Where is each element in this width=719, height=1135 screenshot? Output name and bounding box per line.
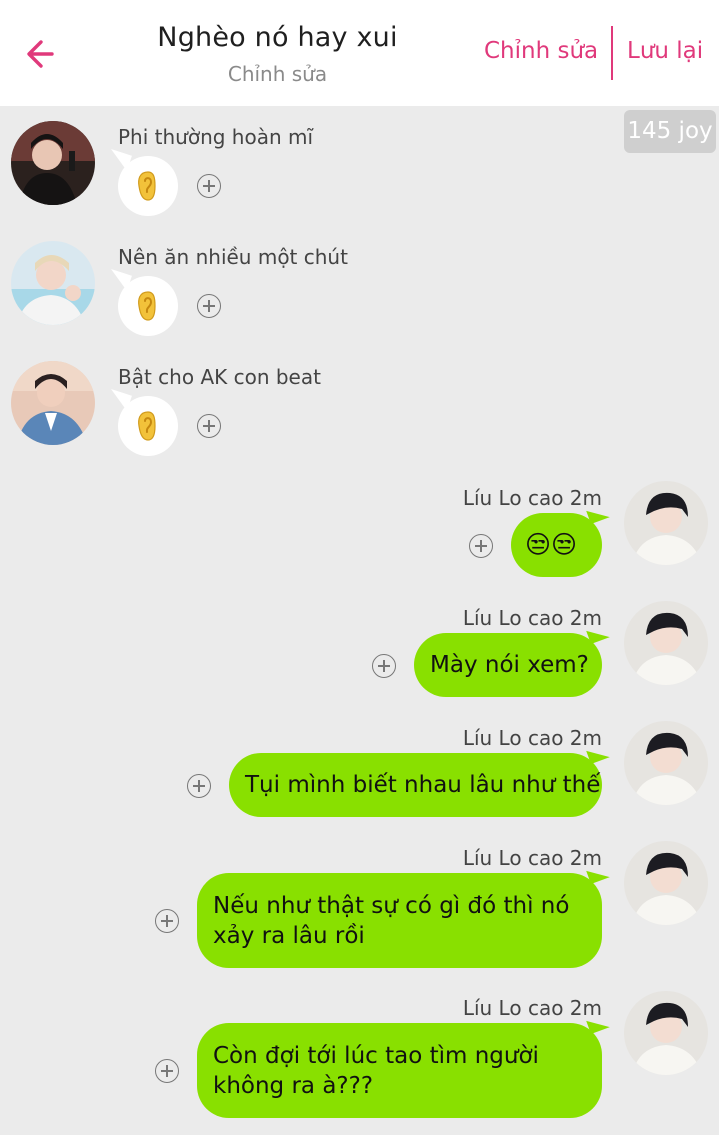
sender-name: Nên ăn nhiều một chút bbox=[118, 245, 348, 269]
avatar[interactable] bbox=[624, 601, 708, 685]
message-bubble[interactable]: Nếu như thật sự có gì đó thì nó xảy ra l… bbox=[197, 873, 602, 968]
chat-subtitle: Chỉnh sửa bbox=[227, 62, 328, 86]
message-text-line: không ra à??? bbox=[213, 1073, 374, 1099]
message-bubble[interactable] bbox=[118, 396, 178, 456]
sender-name: Líu Lo cao 2m bbox=[462, 846, 602, 870]
avatar[interactable] bbox=[11, 361, 95, 445]
message-text-line: Còn đợi tới lúc tao tìm người bbox=[213, 1043, 539, 1069]
header-divider bbox=[611, 26, 613, 80]
message-bubble[interactable]: Còn đợi tới lúc tao tìm người không ra à… bbox=[197, 1023, 602, 1118]
save-button[interactable]: Lưu lại bbox=[627, 38, 703, 64]
add-reaction-button[interactable] bbox=[197, 174, 221, 198]
add-reaction-button[interactable] bbox=[187, 774, 211, 798]
sender-name: Líu Lo cao 2m bbox=[462, 486, 602, 510]
add-reaction-button[interactable] bbox=[469, 534, 493, 558]
avatar-image bbox=[11, 121, 95, 205]
message-bubble[interactable] bbox=[118, 156, 178, 216]
top-bar: Nghèo nó hay xui Chỉnh sửa Chỉnh sửa Lưu… bbox=[0, 0, 719, 106]
avatar[interactable] bbox=[624, 991, 708, 1075]
sender-name: Líu Lo cao 2m bbox=[462, 606, 602, 630]
add-reaction-button[interactable] bbox=[155, 909, 179, 933]
message-bubble[interactable]: Mày nói xem? bbox=[414, 633, 602, 697]
avatar[interactable] bbox=[11, 121, 95, 205]
sender-name: Líu Lo cao 2m bbox=[462, 726, 602, 750]
add-reaction-button[interactable] bbox=[155, 1059, 179, 1083]
message-bubble[interactable]: Tụi mình biết nhau lâu như thế bbox=[229, 753, 602, 817]
message-text-line: xảy ra lâu rồi bbox=[213, 923, 365, 949]
add-reaction-button[interactable] bbox=[197, 414, 221, 438]
joy-badge: 145 joy bbox=[624, 110, 716, 153]
edit-button[interactable]: Chỉnh sửa bbox=[484, 38, 598, 64]
avatar-image bbox=[624, 991, 708, 1075]
avatar-image bbox=[624, 841, 708, 925]
avatar[interactable] bbox=[624, 721, 708, 805]
avatar-image bbox=[624, 721, 708, 805]
chat-title: Nghèo nó hay xui bbox=[157, 22, 398, 53]
add-reaction-button[interactable] bbox=[197, 294, 221, 318]
sender-name: Bật cho AK con beat bbox=[118, 365, 321, 389]
message-bubble[interactable] bbox=[118, 276, 178, 336]
avatar[interactable] bbox=[624, 481, 708, 565]
add-reaction-button[interactable] bbox=[372, 654, 396, 678]
ear-emoji-icon bbox=[138, 291, 156, 321]
ear-emoji-icon bbox=[138, 411, 156, 441]
avatar-image bbox=[11, 361, 95, 445]
sender-name: Phi thường hoàn mĩ bbox=[118, 125, 314, 149]
avatar[interactable] bbox=[11, 241, 95, 325]
sender-name: Líu Lo cao 2m bbox=[462, 996, 602, 1020]
avatar-image bbox=[11, 241, 95, 325]
message-bubble[interactable]: 😒😒 bbox=[511, 513, 602, 577]
avatar-image bbox=[624, 481, 708, 565]
ear-emoji-icon bbox=[138, 171, 156, 201]
avatar-image bbox=[624, 601, 708, 685]
avatar[interactable] bbox=[624, 841, 708, 925]
message-text-line: Nếu như thật sự có gì đó thì nó bbox=[213, 893, 570, 919]
